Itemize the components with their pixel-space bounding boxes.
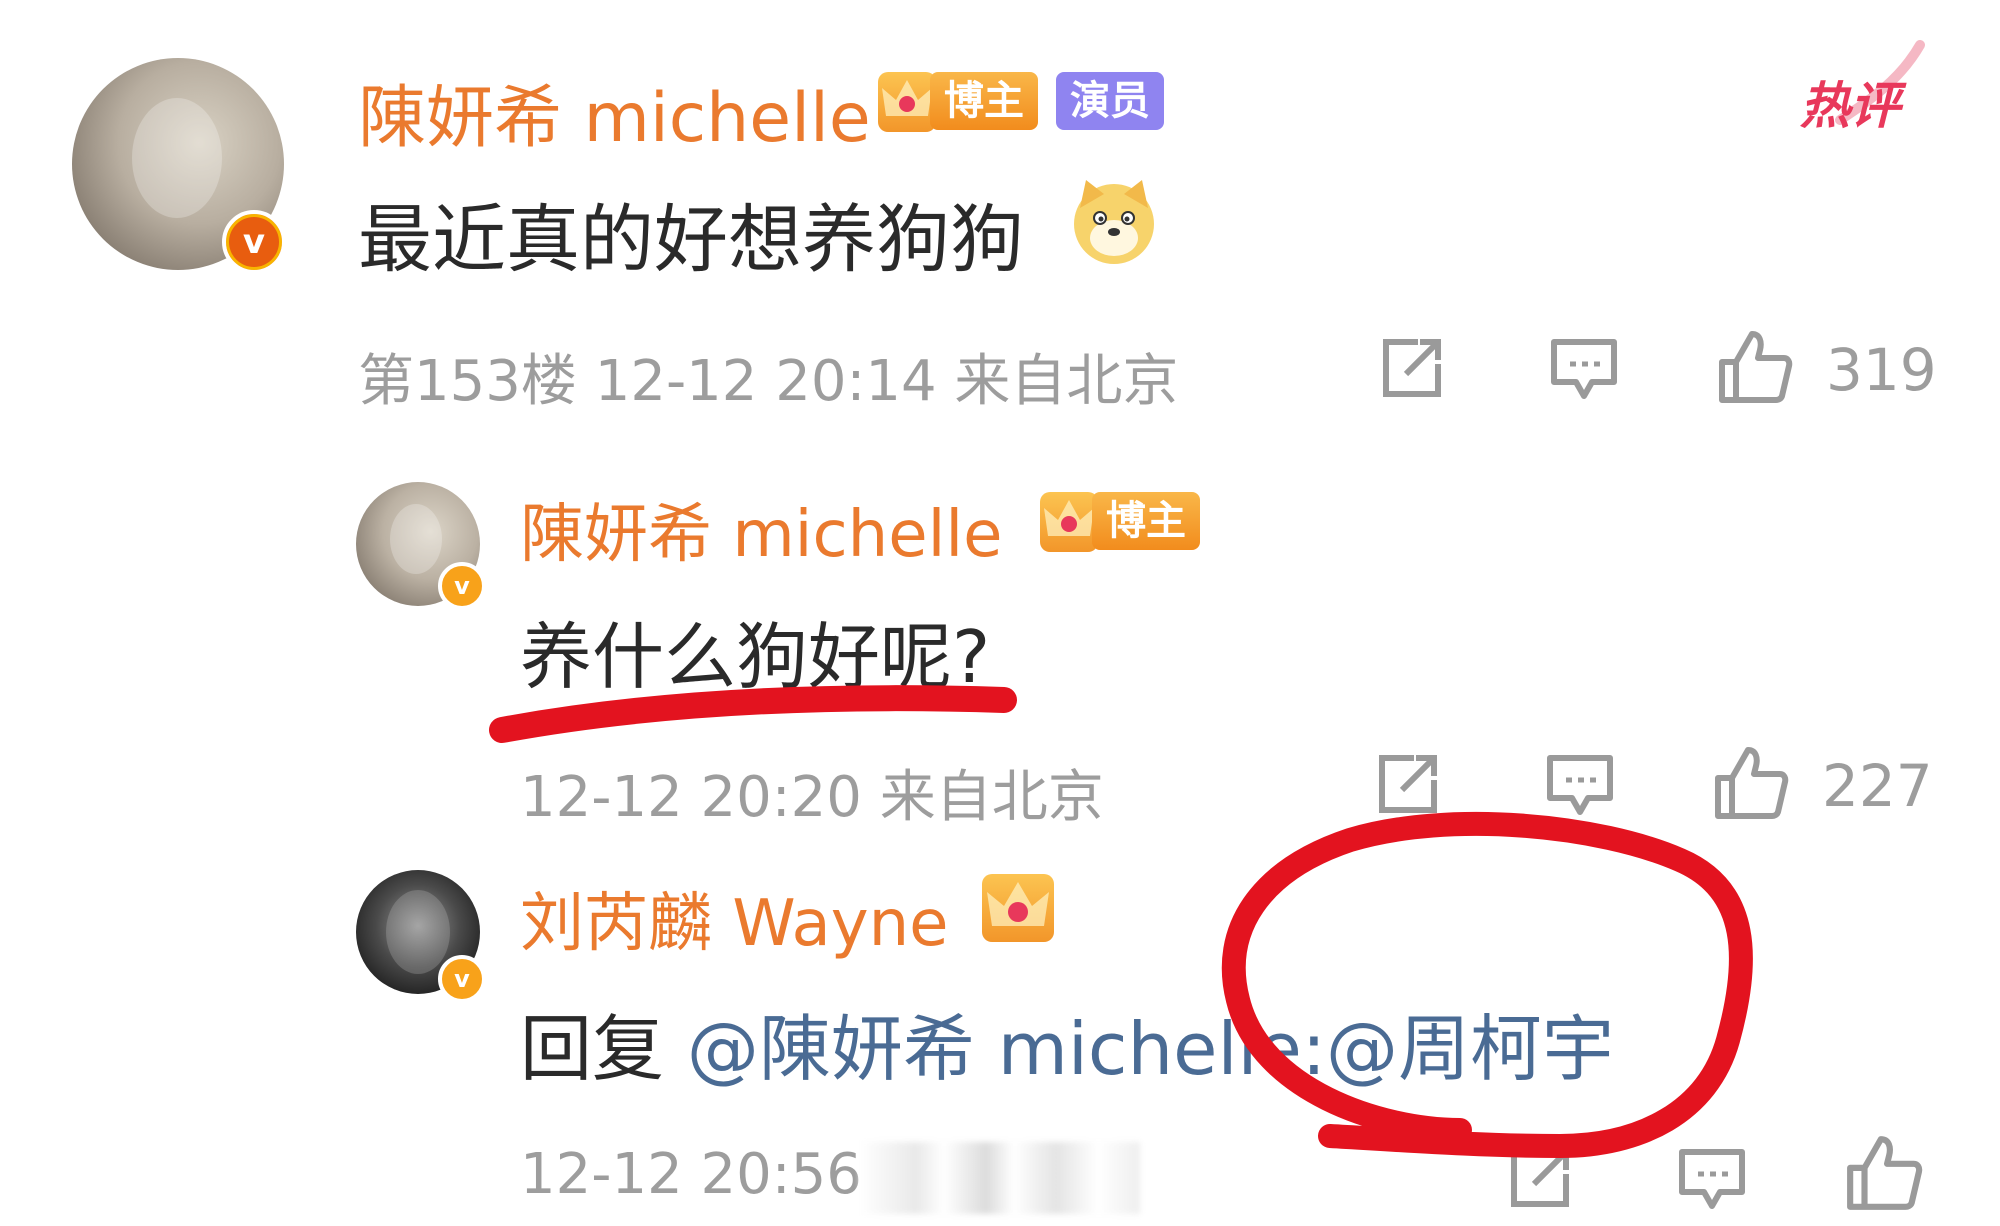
blurred-region bbox=[860, 1142, 1140, 1214]
comment-text: 回复 @陳妍希 michelle:@周柯宇 bbox=[520, 990, 1614, 1095]
dog-emoji-icon bbox=[1074, 180, 1154, 264]
crown-icon bbox=[982, 874, 1054, 942]
reply-prefix: 回复 bbox=[520, 1007, 665, 1091]
comment-icon[interactable] bbox=[1548, 336, 1620, 404]
comment-text: 养什么狗好呢? bbox=[520, 615, 991, 699]
like-icon[interactable] bbox=[1844, 1132, 1924, 1214]
red-circle bbox=[1221, 811, 1753, 1158]
verified-icon: v bbox=[438, 955, 486, 1003]
crown-icon bbox=[878, 72, 936, 132]
share-icon[interactable] bbox=[1504, 1144, 1574, 1214]
verified-icon: v bbox=[222, 210, 286, 274]
like-icon[interactable] bbox=[1716, 328, 1794, 406]
crown-icon bbox=[1040, 492, 1098, 552]
share-icon[interactable] bbox=[1372, 750, 1442, 820]
username[interactable]: 陳妍希 michelle bbox=[358, 62, 871, 161]
comment-icon[interactable] bbox=[1544, 752, 1616, 820]
hot-comment-label: 热评 bbox=[1800, 77, 1900, 135]
mention-link[interactable]: @周柯宇 bbox=[1326, 1007, 1614, 1091]
comment-meta: 第153楼 12-12 20:14 来自北京 bbox=[358, 349, 1179, 414]
username[interactable]: 陳妍希 michelle bbox=[520, 483, 1003, 575]
mention-link[interactable]: @陳妍希 michelle: bbox=[687, 1007, 1326, 1091]
like-count: 227 bbox=[1822, 752, 1933, 820]
blogger-badge: 博主 bbox=[930, 72, 1038, 130]
like-count: 319 bbox=[1826, 336, 1937, 404]
comment-icon[interactable] bbox=[1676, 1146, 1748, 1214]
like-icon[interactable] bbox=[1712, 744, 1790, 822]
username[interactable]: 刘芮麟 Wayne bbox=[520, 872, 949, 964]
comment-meta: 12-12 20:56 bbox=[520, 1142, 862, 1207]
verified-icon: v bbox=[438, 562, 486, 610]
blogger-badge: 博主 bbox=[1092, 492, 1200, 550]
share-icon[interactable] bbox=[1376, 334, 1446, 404]
comment-text: 最近真的好想养狗狗 bbox=[358, 197, 1024, 283]
actor-badge: 演员 bbox=[1056, 72, 1164, 130]
comment-meta: 12-12 20:20 来自北京 bbox=[520, 765, 1104, 830]
